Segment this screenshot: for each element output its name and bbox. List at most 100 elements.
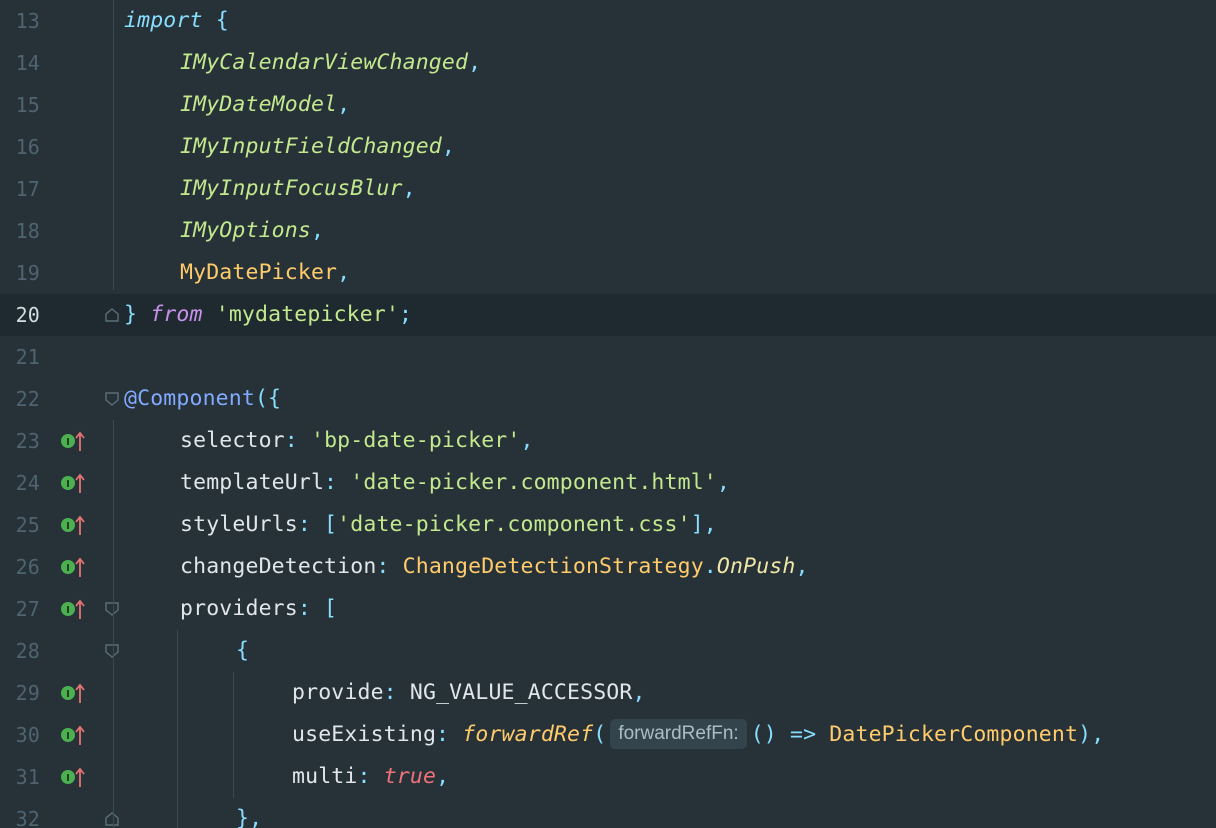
line-content[interactable]: changeDetection: ChangeDetectionStrategy… [180,546,809,588]
code-line[interactable]: 22 @Component({ [0,378,1216,420]
line-number: 20 [15,303,40,327]
line-content[interactable]: useExisting: forwardRef(forwardRefFn:() … [292,714,1104,756]
token: 'date-picker.component.html' [350,470,717,495]
svg-text:I: I [66,437,70,448]
line-content[interactable]: import { [124,0,229,42]
line-number: 23 [15,429,40,453]
token: : [376,554,403,579]
token: : [324,470,351,495]
implements-up-arrow-icon[interactable]: I [60,430,88,452]
token: NG_VALUE_ACCESSOR [409,680,633,705]
token: , [337,260,351,285]
token: OnPush [716,554,796,579]
code-line-current[interactable]: 20 } from 'mydatepicker'; [0,294,1216,336]
indent-guide [113,0,114,290]
code-line[interactable]: 27 I providers: [ [0,588,1216,630]
token: forwardRef [462,722,594,747]
code-line[interactable]: 24 I templateUrl: 'date-picker.component… [0,462,1216,504]
line-content[interactable]: IMyDateModel, [180,84,350,126]
line-content[interactable]: multi: true, [292,756,449,798]
token: } [124,302,138,327]
line-number: 27 [15,597,40,621]
code-line[interactable]: 21 [0,336,1216,378]
line-number: 21 [15,345,40,369]
token: @Component [124,386,255,411]
line-number: 14 [15,51,40,75]
fold-marker-icon[interactable] [105,812,119,826]
line-content[interactable]: selector: 'bp-date-picker', [180,420,534,462]
line-content[interactable]: }, [236,798,262,828]
token: IMyInputFieldChanged [180,134,442,159]
code-line[interactable]: 25 I styleUrls: ['date-picker.component.… [0,504,1216,546]
indent-guide [177,630,178,828]
implements-up-arrow-icon[interactable]: I [60,472,88,494]
implements-up-arrow-icon[interactable]: I [60,766,88,788]
code-line[interactable]: 17 IMyInputFocusBlur, [0,168,1216,210]
fold-marker-icon[interactable] [105,308,119,322]
line-content[interactable]: MyDatePicker, [180,252,350,294]
code-line[interactable]: 28 { [0,630,1216,672]
token: , [310,218,325,243]
line-number: 26 [15,555,40,579]
indent-guide [233,672,234,798]
code-line[interactable]: 13 import { [0,0,1216,42]
implements-up-arrow-icon[interactable]: I [60,514,88,536]
code-line[interactable]: 14 IMyCalendarViewChanged, [0,42,1216,84]
token: , [441,134,455,159]
code-line[interactable]: 19 MyDatePicker, [0,252,1216,294]
implements-up-arrow-icon[interactable]: I [60,598,88,620]
token: changeDetection [180,554,377,579]
token: ( [593,722,607,747]
token: IMyDateModel [180,92,338,117]
code-line[interactable]: 26 I changeDetection: ChangeDetectionStr… [0,546,1216,588]
token: : [ [297,512,338,537]
code-line[interactable]: 29 I provide: NG_VALUE_ACCESSOR, [0,672,1216,714]
token: . [703,554,717,579]
line-content[interactable]: IMyInputFieldChanged, [180,126,455,168]
line-content[interactable]: IMyInputFocusBlur, [180,168,416,210]
line-number: 24 [15,471,40,495]
fold-marker-icon[interactable] [105,392,119,406]
code-editor[interactable]: 13 import { 14 IMyCalendarViewChanged, 1… [0,0,1216,828]
implements-up-arrow-icon[interactable]: I [60,556,88,578]
line-content[interactable]: IMyCalendarViewChanged, [180,42,481,84]
token: styleUrls [180,512,298,537]
code-line[interactable]: 18 IMyOptions, [0,210,1216,252]
code-line[interactable]: 31 I multi: true, [0,756,1216,798]
token: selector [180,428,285,453]
token: DatePickerComponent [829,722,1079,747]
implements-up-arrow-icon[interactable]: I [60,724,88,746]
line-content[interactable]: templateUrl: 'date-picker.component.html… [180,462,730,504]
fold-marker-icon[interactable] [105,602,119,616]
token: IMyOptions [180,218,311,243]
code-line[interactable]: 15 IMyDateModel, [0,84,1216,126]
line-content[interactable]: styleUrls: ['date-picker.component.css']… [180,504,717,546]
token: useExisting [292,722,437,747]
svg-text:I: I [66,521,70,532]
svg-text:I: I [66,479,70,490]
token: : [284,428,311,453]
line-number: 22 [15,387,40,411]
token: , [716,470,730,495]
code-line[interactable]: 30 I useExisting: forwardRef(forwardRefF… [0,714,1216,756]
fold-marker-icon[interactable] [105,644,119,658]
token: , [520,428,534,453]
line-content[interactable]: IMyOptions, [180,210,324,252]
line-content[interactable]: } from 'mydatepicker'; [124,294,412,336]
line-number: 19 [15,261,40,285]
implements-up-arrow-icon[interactable]: I [60,682,88,704]
code-line[interactable]: 32 }, [0,798,1216,828]
token: }, [236,806,263,828]
line-content[interactable]: { [236,630,249,672]
code-line[interactable]: 23 I selector: 'bp-date-picker', [0,420,1216,462]
code-line[interactable]: 16 IMyInputFieldChanged, [0,126,1216,168]
token: , [795,554,809,579]
line-content[interactable]: provide: NG_VALUE_ACCESSOR, [292,672,646,714]
line-content[interactable]: providers: [ [180,588,337,630]
parameter-hint: forwardRefFn: [610,719,747,749]
line-content[interactable]: @Component({ [124,378,281,420]
line-number: 32 [15,807,40,828]
